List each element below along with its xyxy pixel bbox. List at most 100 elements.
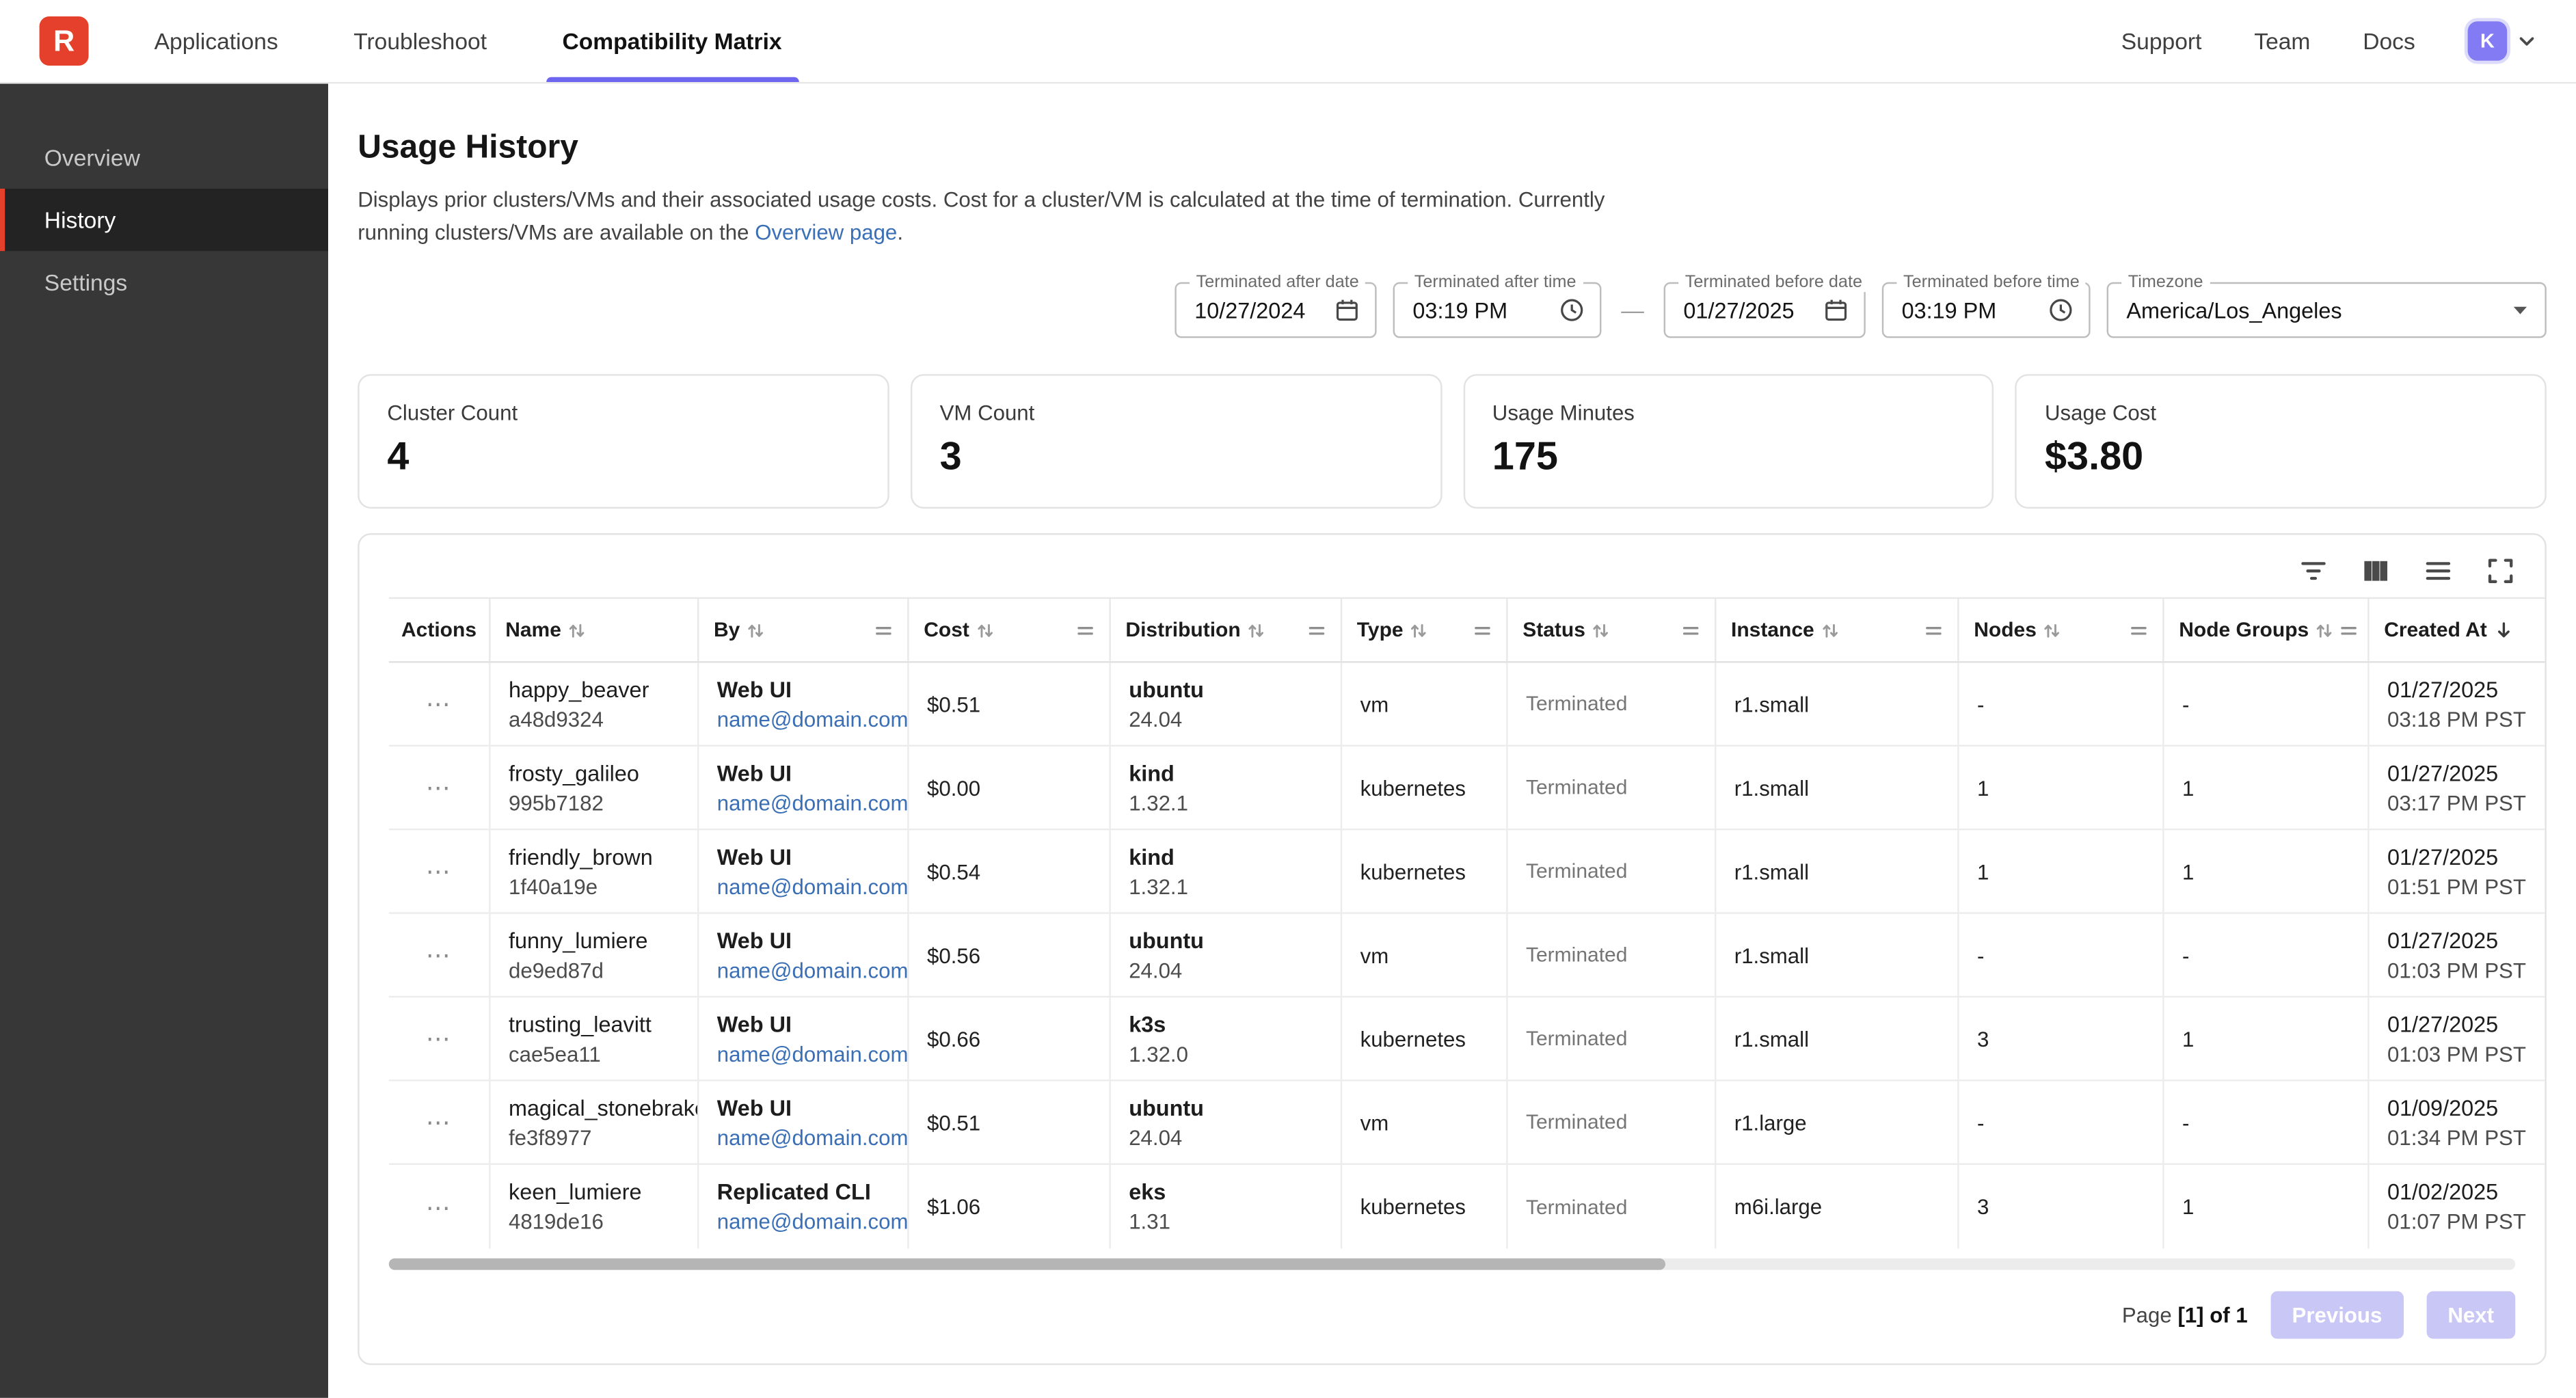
horizontal-scrollbar[interactable]: [389, 1259, 2515, 1270]
created-by-email-link[interactable]: name@domain.com: [717, 707, 889, 731]
column-menu-icon[interactable]: [1682, 621, 1700, 639]
clock-icon[interactable]: [1559, 297, 1585, 323]
actions-cell: ⋯: [389, 1166, 491, 1249]
by-cell: Web UI name@domain.com: [699, 914, 909, 996]
row-actions-button[interactable]: ⋯: [419, 1189, 459, 1225]
replicated-logo[interactable]: R: [40, 16, 89, 66]
sidebar-item-settings[interactable]: Settings: [0, 251, 328, 313]
column-header-by[interactable]: By: [699, 600, 909, 662]
column-header-distribution[interactable]: Distribution: [1111, 600, 1342, 662]
column-label: Type: [1357, 619, 1404, 642]
terminated-after-time-field[interactable]: Terminated after time 03:19 PM: [1393, 282, 1602, 338]
columns-button[interactable]: [2361, 556, 2391, 586]
column-menu-icon[interactable]: [2340, 621, 2358, 639]
column-header-nodes[interactable]: Nodes: [1959, 600, 2164, 662]
terminated-before-time-field[interactable]: Terminated before time 03:19 PM: [1882, 282, 2091, 338]
column-header-cost[interactable]: Cost: [909, 600, 1111, 662]
sort-icon[interactable]: [747, 621, 764, 639]
overview-page-link[interactable]: Overview page: [755, 220, 897, 245]
calendar-icon[interactable]: [1823, 297, 1849, 323]
row-actions-button[interactable]: ⋯: [419, 1105, 459, 1141]
cluster-id: 4819de16: [509, 1209, 680, 1234]
column-menu-icon[interactable]: [1076, 621, 1094, 639]
chevron-down-icon[interactable]: [2510, 301, 2530, 321]
chevron-down-icon[interactable]: [2517, 31, 2537, 51]
sort-icon[interactable]: [2043, 621, 2061, 639]
terminated-after-time-value[interactable]: 03:19 PM: [1412, 298, 1548, 323]
node-groups-count: -: [2182, 692, 2350, 716]
sort-icon[interactable]: [1821, 621, 1838, 639]
nav-item-team[interactable]: Team: [2254, 28, 2310, 54]
terminated-before-date-field[interactable]: Terminated before date 01/27/2025: [1664, 282, 1866, 338]
sidebar-item-history[interactable]: History: [0, 189, 328, 251]
timezone-value[interactable]: America/Los_Angeles: [2126, 298, 2500, 323]
terminated-after-date-value[interactable]: 10/27/2024: [1194, 298, 1324, 323]
sort-icon[interactable]: [568, 621, 586, 639]
sidebar-item-overview[interactable]: Overview: [0, 126, 328, 189]
account-menu[interactable]: K: [2468, 21, 2537, 61]
horizontal-scrollbar-thumb[interactable]: [389, 1259, 1665, 1270]
filter-button[interactable]: [2298, 556, 2328, 586]
sort-icon[interactable]: [976, 621, 993, 639]
column-header-status[interactable]: Status: [1508, 600, 1717, 662]
row-actions-button[interactable]: ⋯: [419, 854, 459, 890]
instance-type: r1.small: [1734, 859, 1940, 884]
sort-icon[interactable]: [2316, 621, 2333, 639]
next-page-button[interactable]: Next: [2426, 1291, 2515, 1339]
nav-item-troubleshoot[interactable]: Troubleshoot: [353, 0, 487, 82]
column-header-node-groups[interactable]: Node Groups: [2164, 600, 2370, 662]
created-by-email-link[interactable]: name@domain.com: [717, 1125, 889, 1150]
calendar-icon[interactable]: [1334, 297, 1360, 323]
column-menu-icon[interactable]: [1308, 621, 1326, 639]
row-actions-button[interactable]: ⋯: [419, 770, 459, 806]
created-by-email-link[interactable]: name@domain.com: [717, 790, 889, 815]
column-menu-icon[interactable]: [2130, 621, 2147, 639]
previous-page-button[interactable]: Previous: [2270, 1291, 2403, 1339]
nav-item-compatibility-matrix[interactable]: Compatibility Matrix: [562, 0, 781, 82]
instance-type: m6i.large: [1734, 1195, 1940, 1220]
column-header-type[interactable]: Type: [1342, 600, 1507, 662]
sort-desc-icon[interactable]: [2493, 621, 2513, 641]
density-button[interactable]: [2424, 556, 2453, 586]
sort-icon[interactable]: [1592, 621, 1609, 639]
column-header-created-at[interactable]: Created At: [2370, 600, 2545, 662]
timezone-select[interactable]: Timezone America/Los_Angeles: [2107, 282, 2547, 338]
avatar[interactable]: K: [2468, 21, 2508, 61]
node-groups-cell: 1: [2164, 831, 2370, 913]
created-by-email-link[interactable]: name@domain.com: [717, 1209, 889, 1234]
nodes-cell: -: [1959, 914, 2164, 996]
timezone-label: Timezone: [2121, 273, 2210, 293]
instance-type: r1.small: [1734, 943, 1940, 967]
terminated-before-date-value[interactable]: 01/27/2025: [1683, 298, 1813, 323]
row-actions-button[interactable]: ⋯: [419, 937, 459, 973]
created-by-email-link[interactable]: name@domain.com: [717, 1041, 889, 1066]
page-label: Page: [2122, 1303, 2172, 1328]
sort-icon[interactable]: [1410, 621, 1427, 639]
sort-icon[interactable]: [1247, 621, 1265, 639]
distribution-cell: kind 1.32.1: [1111, 831, 1342, 913]
created-by-email-link[interactable]: name@domain.com: [717, 874, 889, 899]
page-number: [1] of 1: [2177, 1303, 2247, 1328]
stat-card-vm-count: VM Count 3: [910, 375, 1441, 509]
created-at-cell: 01/09/2025 01:34 PM PST: [2370, 1081, 2545, 1164]
terminated-after-date-field[interactable]: Terminated after date 10/27/2024: [1175, 282, 1376, 338]
fullscreen-button[interactable]: [2486, 556, 2515, 586]
nav-item-docs[interactable]: Docs: [2363, 28, 2415, 54]
cost-cell: $0.66: [909, 998, 1111, 1080]
column-menu-icon[interactable]: [1473, 621, 1491, 639]
created-by-email-link[interactable]: name@domain.com: [717, 958, 889, 982]
column-menu-icon[interactable]: [874, 621, 892, 639]
column-header-instance[interactable]: Instance: [1716, 600, 1959, 662]
column-header-name[interactable]: Name: [491, 600, 699, 662]
nav-item-support[interactable]: Support: [2121, 28, 2202, 54]
nav-item-applications[interactable]: Applications: [155, 0, 278, 82]
column-menu-icon[interactable]: [1924, 621, 1942, 639]
terminated-before-time-value[interactable]: 03:19 PM: [1902, 298, 2038, 323]
stat-value: 3: [940, 435, 1412, 481]
clock-icon[interactable]: [2048, 297, 2074, 323]
row-actions-button[interactable]: ⋯: [419, 1021, 459, 1057]
node-groups-cell: 1: [2164, 998, 2370, 1080]
row-actions-button[interactable]: ⋯: [419, 686, 459, 723]
nodes-count: -: [1977, 943, 2145, 967]
sidebar: Overview History Settings: [0, 83, 328, 1397]
